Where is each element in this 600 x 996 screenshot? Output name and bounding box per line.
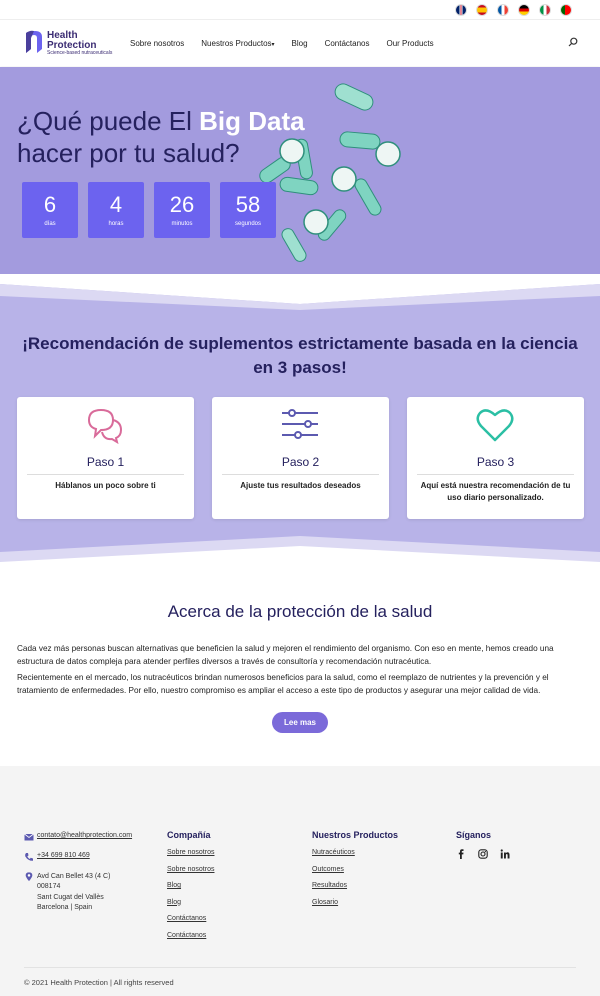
email-icon <box>24 833 34 841</box>
step-description: Ajuste tus resultados deseados <box>240 481 361 490</box>
flag-it-icon[interactable] <box>539 3 551 16</box>
countdown-seconds: 58 segundos <box>220 182 276 238</box>
nav-our-products[interactable]: Our Products <box>386 39 433 48</box>
footer-company-column: Compañía Sobre nosotros Sobre nosotros B… <box>167 830 214 949</box>
step-description: Háblanos un poco sobre ti <box>55 481 156 490</box>
address-line: Avd Can Bellet 43 (4 C) <box>37 873 111 880</box>
step-title: Paso 2 <box>281 455 320 469</box>
countdown-label: días <box>44 221 56 227</box>
footer-link[interactable]: Sobre nosotros <box>167 866 214 874</box>
read-more-button[interactable]: Lee mas <box>272 712 328 733</box>
nav-nuestros-productos-label: Nuestros Productos <box>201 38 272 48</box>
about-paragraph-2: Recientemente en el mercado, los nutracé… <box>17 673 549 695</box>
pills-illustration <box>259 83 401 262</box>
instagram-icon[interactable] <box>478 849 488 859</box>
countdown-label: horas <box>108 221 124 227</box>
flag-es-icon[interactable] <box>476 3 488 16</box>
steps-section: ¡Recomendación de suplementos estrictame… <box>0 274 600 574</box>
sliders-icon <box>282 409 318 439</box>
footer-link[interactable]: Nutracéuticos <box>312 849 398 857</box>
flag-fr-icon[interactable] <box>497 3 509 16</box>
main-nav: Sobre nosotros Nuestros Productos▾ Blog … <box>130 39 434 48</box>
steps-cards: Paso 1 Háblanos un poco sobre ti Paso 2 … <box>17 397 584 519</box>
footer-email[interactable]: contato@healthprotection.com <box>37 832 132 839</box>
countdown-label: segundos <box>234 221 262 227</box>
address-line: 008174 <box>37 883 61 891</box>
footer-divider <box>24 967 576 968</box>
countdown-hours: 4 horas <box>88 182 144 238</box>
footer-link[interactable]: Blog <box>167 882 214 890</box>
footer-link[interactable]: Blog <box>167 899 214 907</box>
flag-de-icon[interactable] <box>518 3 530 16</box>
about-title: Acerca de la protección de la salud <box>167 602 433 621</box>
nav-contactanos[interactable]: Contáctanos <box>325 39 370 48</box>
footer-products-title: Nuestros Productos <box>312 830 399 840</box>
countdown-minutes: 26 minutos <box>154 182 210 238</box>
footer-contact: contato@healthprotection.com +34 699 810… <box>24 832 132 924</box>
about-section: Acerca de la protección de la salud Cada… <box>0 574 600 766</box>
step-card-1[interactable]: Paso 1 Háblanos un poco sobre ti <box>17 397 194 519</box>
language-bar <box>0 0 600 20</box>
facebook-icon[interactable] <box>456 849 466 859</box>
step-title: Paso 1 <box>86 455 125 469</box>
step-card-3[interactable]: Paso 3 Aquí está nuestra recomendación d… <box>407 397 584 519</box>
footer-link[interactable]: Outcomes <box>312 866 398 874</box>
step-description: Aquí está nuestra recomendación de tu us… <box>420 481 571 502</box>
hero-section: ¿Qué puede El Big Data hacer por tu salu… <box>0 67 600 274</box>
flag-en-icon[interactable] <box>455 3 467 16</box>
address-line: Sant Cugat del Vallès <box>37 893 104 901</box>
hero-title-post: hacer por tu salud? <box>17 138 240 168</box>
countdown-label: minutos <box>171 221 193 227</box>
divider <box>222 474 379 475</box>
brand-line2: Protection <box>47 39 97 51</box>
site-header: Health Protection Science-based nutraceu… <box>0 20 600 66</box>
steps-title: ¡Recomendación de suplementos estrictame… <box>22 334 578 377</box>
brand-tagline: Science-based nutraceuticals <box>47 49 113 56</box>
footer-link[interactable]: Contáctanos <box>167 915 214 923</box>
linkedin-icon[interactable] <box>500 849 510 859</box>
chevron-down-icon: ▾ <box>271 41 275 48</box>
divider <box>417 474 574 475</box>
about-paragraph-1: Cada vez más personas buscan alternativa… <box>17 644 554 666</box>
address-line: Barcelona | Spain <box>37 904 93 912</box>
footer-phone[interactable]: +34 699 810 469 <box>37 852 90 859</box>
countdown-value: 6 <box>43 192 57 217</box>
step-title: Paso 3 <box>476 455 515 469</box>
countdown-days: 6 días <box>22 182 78 238</box>
site-footer: contato@healthprotection.com +34 699 810… <box>0 766 600 996</box>
location-pin-icon <box>25 872 33 882</box>
countdown-value: 58 <box>235 192 261 217</box>
flag-pt-icon[interactable] <box>560 3 572 16</box>
footer-address: Avd Can Bellet 43 (4 C) 008174 Sant Cuga… <box>37 872 110 914</box>
footer-link[interactable]: Sobre nosotros <box>167 849 214 857</box>
nav-sobre-nosotros[interactable]: Sobre nosotros <box>130 39 184 48</box>
bottom-wave-decoration <box>0 536 600 574</box>
social-links <box>456 849 510 859</box>
chat-bubbles-icon <box>87 408 123 444</box>
hero-title-pre: ¿Qué puede El <box>17 106 200 136</box>
countdown: 6 días 4 horas 26 minutos 58 segundos <box>22 182 276 238</box>
footer-link[interactable]: Contáctanos <box>167 932 214 940</box>
footer-company-title: Compañía <box>167 830 211 840</box>
divider <box>27 474 184 475</box>
logo-mark-icon <box>26 30 42 53</box>
countdown-value: 4 <box>109 192 123 217</box>
search-icon[interactable] <box>568 37 578 47</box>
step-card-2[interactable]: Paso 2 Ajuste tus resultados deseados <box>212 397 389 519</box>
copyright: © 2021 Health Protection | All rights re… <box>24 978 174 987</box>
nav-blog[interactable]: Blog <box>292 39 308 48</box>
footer-link[interactable]: Glosario <box>312 899 398 907</box>
footer-social-title: Síganos <box>456 830 492 840</box>
heart-icon <box>476 409 514 442</box>
footer-products-column: Nuestros Productos Nutracéuticos Outcome… <box>312 830 398 915</box>
footer-social-column: Síganos <box>456 830 510 859</box>
countdown-value: 26 <box>169 192 195 217</box>
footer-link[interactable]: Resultados <box>312 882 398 890</box>
brand-line1: Health <box>47 29 78 41</box>
logo[interactable]: Health Protection Science-based nutraceu… <box>24 29 120 57</box>
phone-icon <box>25 853 33 861</box>
nav-nuestros-productos[interactable]: Nuestros Productos▾ <box>201 39 274 48</box>
top-wave-decoration <box>0 274 600 314</box>
